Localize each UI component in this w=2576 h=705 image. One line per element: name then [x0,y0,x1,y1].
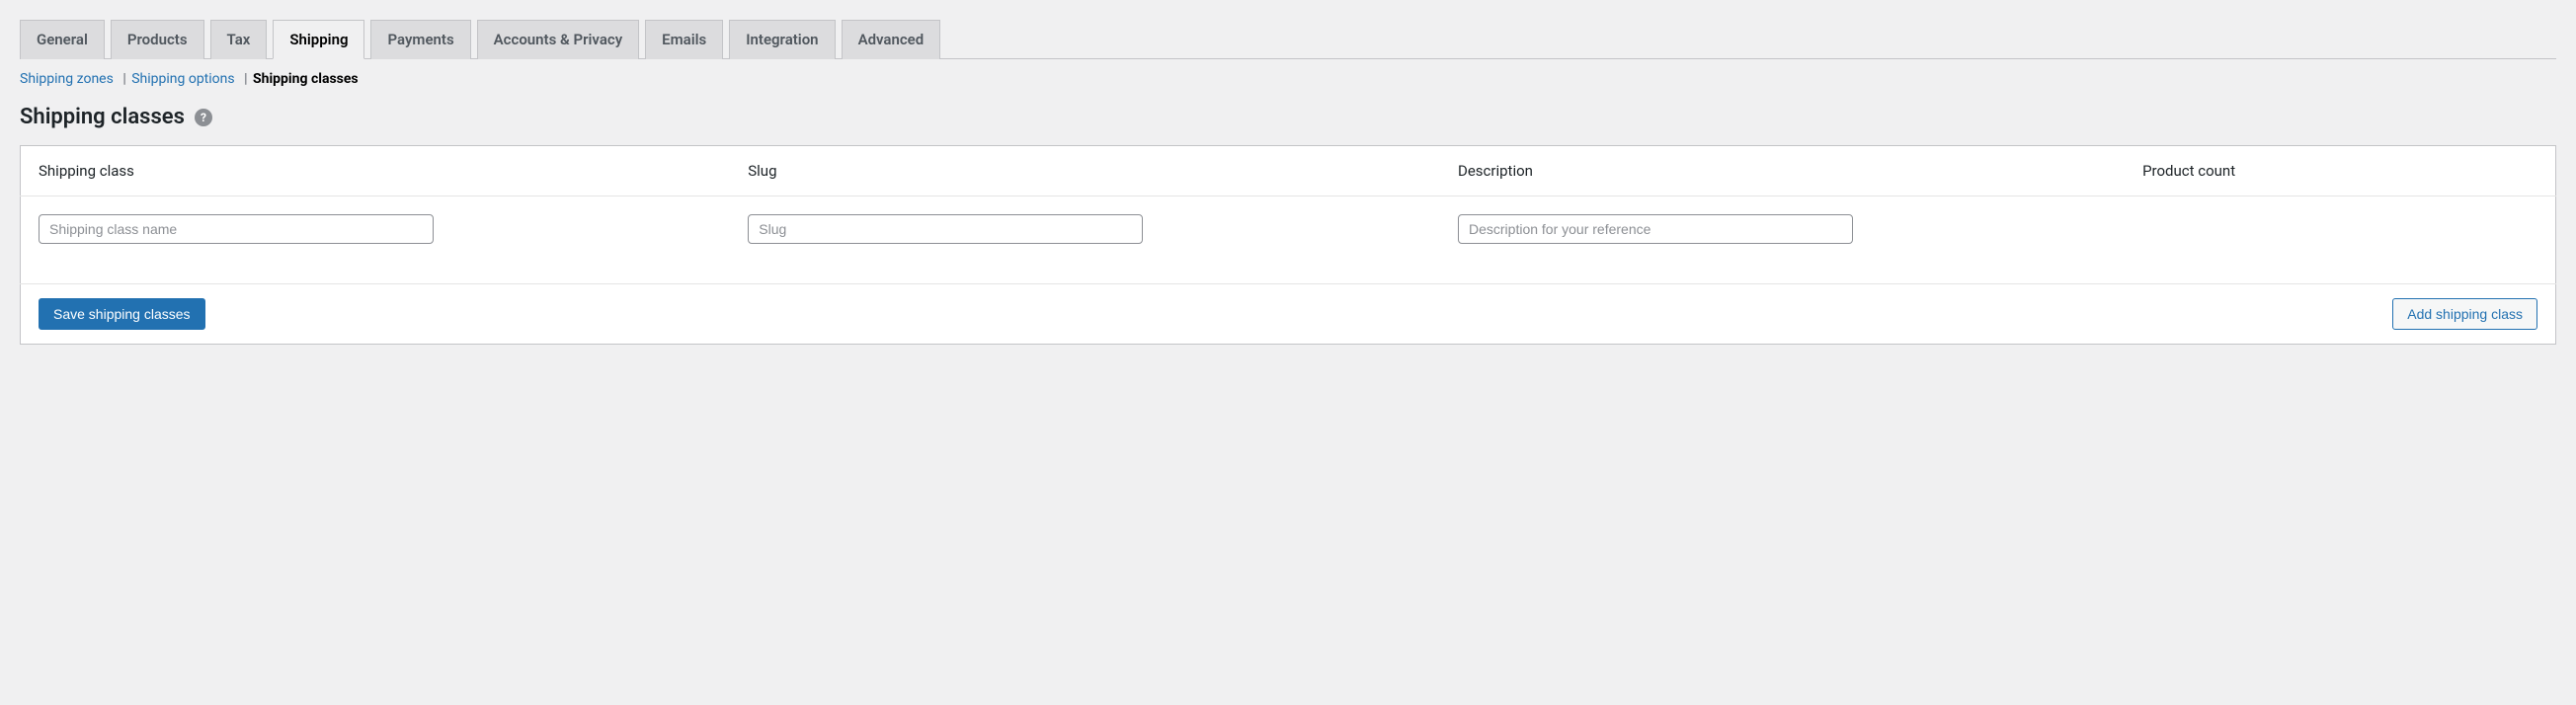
tab-tax[interactable]: Tax [210,20,268,59]
page-title: Shipping classes [20,105,185,129]
product-count-cell [2125,196,2555,284]
shipping-subnav: Shipping zones | Shipping options | Ship… [20,71,2556,87]
tab-emails[interactable]: Emails [645,20,723,59]
tab-payments[interactable]: Payments [370,20,470,59]
tab-shipping[interactable]: Shipping [273,20,364,59]
header-product-count: Product count [2125,146,2555,196]
settings-tabs: General Products Tax Shipping Payments A… [20,20,2556,59]
shipping-class-name-input[interactable] [39,214,434,244]
tab-general[interactable]: General [20,20,105,59]
header-shipping-class: Shipping class [21,146,731,196]
tab-advanced[interactable]: Advanced [842,20,941,59]
table-row [21,196,2556,284]
save-shipping-classes-button[interactable]: Save shipping classes [39,298,205,330]
separator: | [122,71,125,87]
description-input[interactable] [1458,214,1853,244]
slug-input[interactable] [748,214,1143,244]
add-shipping-class-button[interactable]: Add shipping class [2392,298,2537,330]
tab-products[interactable]: Products [111,20,204,59]
help-icon[interactable]: ? [195,109,212,126]
tab-accounts-privacy[interactable]: Accounts & Privacy [477,20,640,59]
header-slug: Slug [730,146,1440,196]
separator: | [244,71,247,87]
tab-integration[interactable]: Integration [729,20,835,59]
subnav-shipping-classes: Shipping classes [253,71,359,87]
subnav-shipping-zones[interactable]: Shipping zones [20,71,114,87]
subnav-shipping-options[interactable]: Shipping options [131,71,234,87]
header-description: Description [1440,146,2125,196]
shipping-classes-table: Shipping class Slug Description Product … [20,145,2556,345]
